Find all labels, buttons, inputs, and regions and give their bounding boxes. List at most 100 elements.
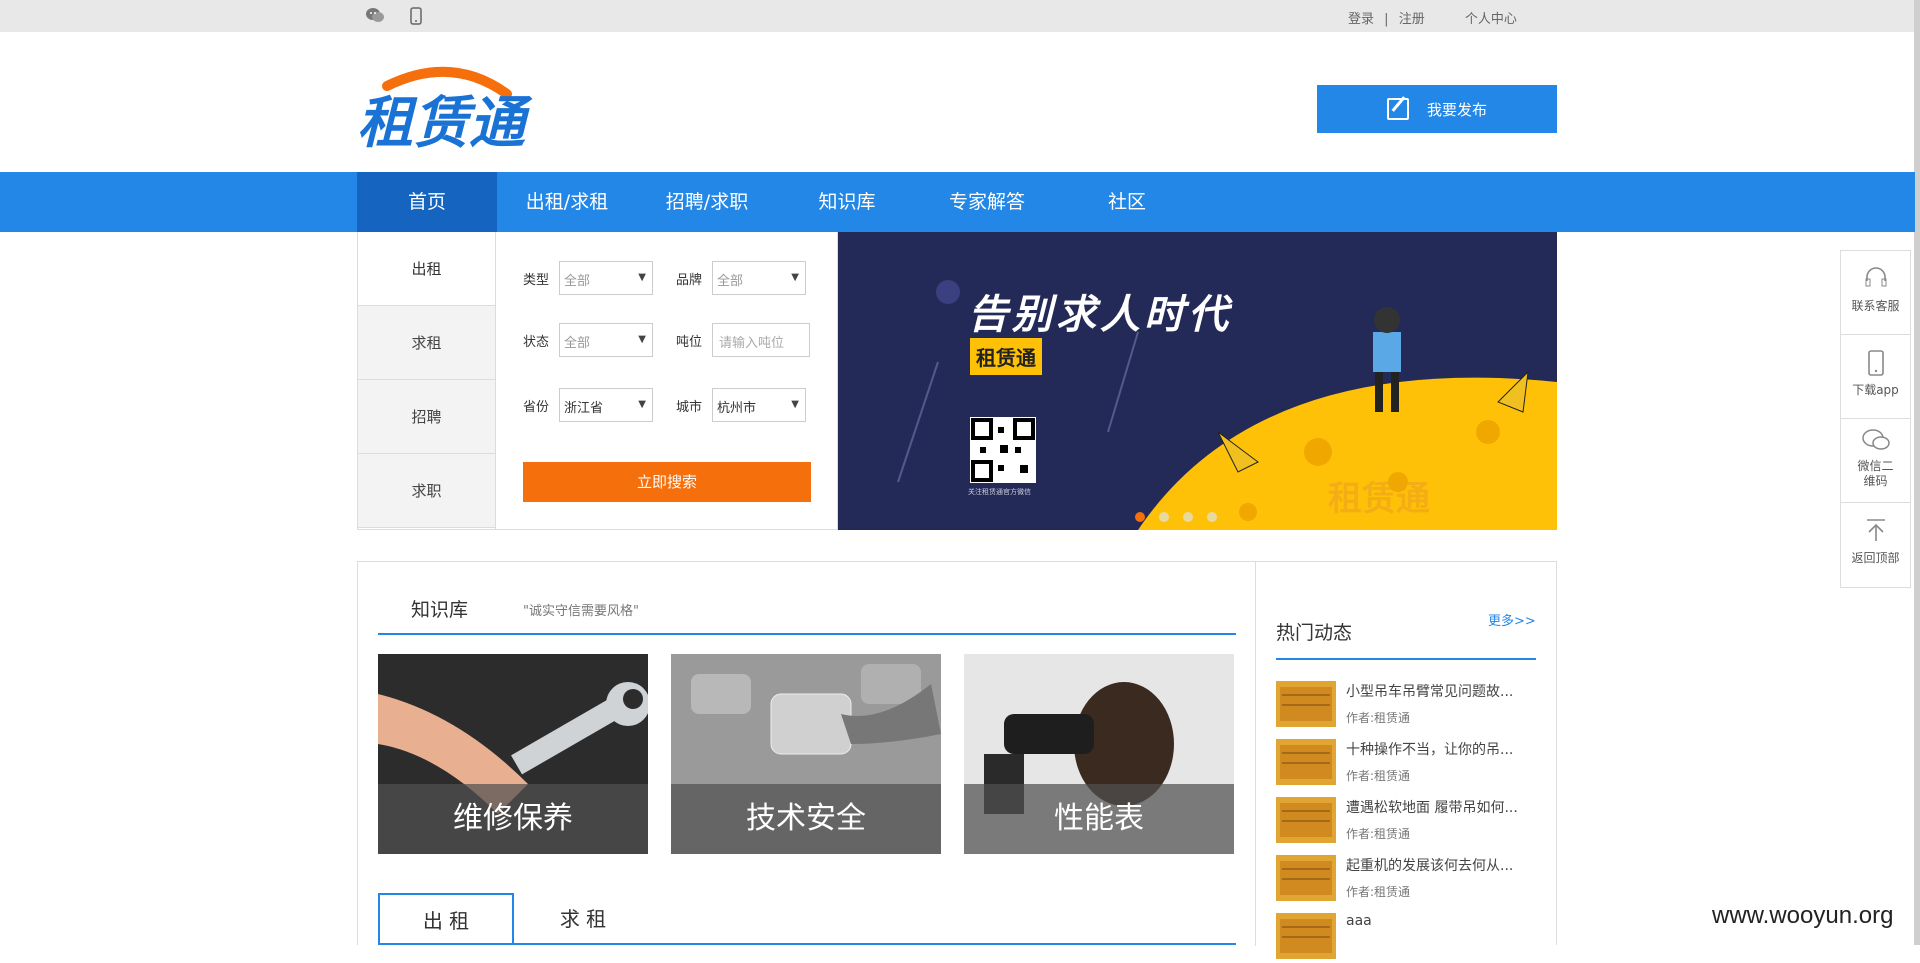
register-link[interactable]: 注册 (1399, 8, 1425, 27)
news-thumbnail (1276, 681, 1336, 727)
sidebar-label: 微信二维码 (1857, 459, 1894, 488)
sidebar-item-download-app[interactable]: 下载app (1841, 335, 1910, 419)
slide-dot[interactable] (1135, 512, 1145, 522)
news-title: 十种操作不当，让你的吊... (1346, 742, 1514, 758)
main-content: 知识库 "诚实守信需要风格" 维修保养 技术安全 性能表 出 租 求 租 热门动… (357, 561, 1557, 959)
qr-caption: 关注租赁通官方微信 (968, 488, 1031, 496)
city-select[interactable]: 杭州市 ▼ (712, 388, 806, 422)
main-nav: 首页 出租/求租 招聘/求职 知识库 专家解答 社区 (0, 172, 1915, 232)
sidebar-label: 下载app (1852, 383, 1899, 397)
nav-rent[interactable]: 出租/求租 (497, 172, 637, 232)
hot-news-item[interactable]: 十种操作不当，让你的吊... 作者:租赁通 (1276, 739, 1536, 789)
tab-rent-seek[interactable]: 求 租 (518, 893, 648, 945)
hot-news-item[interactable]: 遭遇松软地面 履带吊如何... 作者:租赁通 (1276, 797, 1536, 847)
hot-news-title: 热门动态 (1276, 622, 1353, 644)
type-label: 类型 (523, 273, 550, 288)
search-button[interactable]: 立即搜索 (523, 462, 811, 502)
nav-recruit[interactable]: 招聘/求职 (637, 172, 777, 232)
dropdown-arrow-icon: ▼ (638, 272, 646, 283)
search-tab-job[interactable]: 求职 (358, 454, 495, 528)
nav-community[interactable]: 社区 (1057, 172, 1197, 232)
arrow-up-icon (1841, 517, 1910, 549)
mobile-phone-icon (1841, 349, 1910, 381)
floating-sidebar: 联系客服 下载app 微信二维码 返回顶部 (1840, 250, 1911, 588)
top-bar: 登录 | 注册 个人中心 (0, 0, 1915, 32)
card-caption: 技术安全 (671, 784, 941, 854)
knowledge-card-maintenance[interactable]: 维修保养 (378, 654, 648, 854)
province-select[interactable]: 浙江省 ▼ (559, 388, 653, 422)
edit-icon (1386, 98, 1409, 120)
nav-expert[interactable]: 专家解答 (917, 172, 1057, 232)
search-tab-recruit[interactable]: 招聘 (358, 380, 495, 454)
nav-home[interactable]: 首页 (357, 172, 497, 232)
knowledge-title[interactable]: 知识库 (411, 595, 468, 622)
city-value: 杭州市 (717, 401, 757, 416)
card-caption: 维修保养 (378, 784, 648, 854)
more-link[interactable]: 更多>> (1488, 610, 1536, 629)
sidebar-label: 返回顶部 (1851, 551, 1900, 565)
wechat-icon (1841, 427, 1910, 459)
status-label: 状态 (523, 335, 550, 350)
search-tab-rent-seek[interactable]: 求租 (358, 306, 495, 380)
promo-banner[interactable]: 租赁通 告别求人时代 租赁通 关注租赁通官方微信 (838, 232, 1557, 530)
banner-artwork: 租赁通 (897, 280, 1557, 530)
status-select[interactable]: 全部 ▼ (559, 323, 653, 357)
dropdown-arrow-icon: ▼ (638, 334, 646, 345)
news-thumbnail (1276, 797, 1336, 843)
brand-value: 全部 (717, 274, 744, 289)
section-divider (378, 633, 1236, 635)
knowledge-card-safety[interactable]: 技术安全 (671, 654, 941, 854)
sidebar-item-back-to-top[interactable]: 返回顶部 (1841, 503, 1910, 587)
dropdown-arrow-icon: ▼ (791, 272, 799, 283)
publish-label: 我要发布 (1426, 100, 1487, 119)
personal-center-link[interactable]: 个人中心 (1465, 8, 1517, 27)
banner-badge: 租赁通 (970, 338, 1042, 375)
search-panel: 出租 求租 招聘 求职 类型 全部 ▼ 品牌 全部 ▼ 状态 全部 ▼ 吨位 请输入吨… (357, 232, 838, 530)
dropdown-arrow-icon: ▼ (638, 399, 646, 410)
headset-icon (1841, 265, 1910, 297)
tab-rent-out[interactable]: 出 租 (378, 893, 514, 945)
type-select[interactable]: 全部 ▼ (559, 261, 653, 295)
slide-dot[interactable] (1207, 512, 1217, 522)
type-value: 全部 (564, 274, 591, 289)
publish-button[interactable]: 我要发布 (1317, 85, 1557, 133)
slide-dot[interactable] (1183, 512, 1193, 522)
news-title: 遭遇松软地面 履带吊如何... (1346, 800, 1518, 816)
site-logo[interactable]: 租赁通 (357, 64, 547, 156)
search-tabs: 出租 求租 招聘 求职 (358, 232, 496, 529)
news-author: 作者:租赁通 (1346, 769, 1411, 783)
province-value: 浙江省 (564, 401, 604, 416)
brand-select[interactable]: 全部 ▼ (712, 261, 806, 295)
mobile-phone-icon[interactable] (410, 7, 422, 29)
status-value: 全部 (564, 336, 591, 351)
news-author: 作者:租赁通 (1346, 827, 1411, 841)
news-thumbnail (1276, 855, 1336, 901)
hot-news-item[interactable]: 小型吊车吊臂常见问题故... 作者:租赁通 (1276, 681, 1536, 731)
search-tab-rent-out[interactable]: 出租 (358, 232, 495, 306)
sidebar-item-wechat-qr[interactable]: 微信二维码 (1841, 419, 1910, 503)
province-label: 省份 (523, 400, 550, 415)
tonnage-input[interactable]: 请输入吨位 (712, 323, 810, 357)
qr-code (970, 417, 1036, 483)
slide-dot[interactable] (1159, 512, 1169, 522)
sidebar-item-contact[interactable]: 联系客服 (1841, 251, 1910, 335)
knowledge-card-performance[interactable]: 性能表 (964, 654, 1234, 854)
tonnage-label: 吨位 (676, 335, 703, 350)
login-link[interactable]: 登录 (1348, 8, 1374, 27)
sidebar-label: 联系客服 (1851, 299, 1900, 313)
banner-headline: 告别求人时代 (968, 291, 1232, 338)
column-divider (1255, 562, 1256, 946)
hot-news-item[interactable]: 起重机的发展该何去何从... 作者:租赁通 (1276, 855, 1536, 905)
slide-indicators (1135, 512, 1217, 522)
wechat-icon[interactable] (365, 7, 385, 27)
city-label: 城市 (676, 400, 703, 415)
scrollbar[interactable] (1914, 0, 1920, 945)
logo-text: 租赁通 (357, 91, 533, 148)
nav-knowledge[interactable]: 知识库 (777, 172, 917, 232)
hot-news-underline (1276, 658, 1536, 660)
news-author: 作者:租赁通 (1346, 885, 1411, 899)
top-links: 登录 | 注册 个人中心 (1348, 8, 1517, 27)
news-title: aaa (1346, 913, 1372, 929)
hot-news-item[interactable]: aaa (1276, 913, 1536, 963)
news-thumbnail (1276, 739, 1336, 785)
